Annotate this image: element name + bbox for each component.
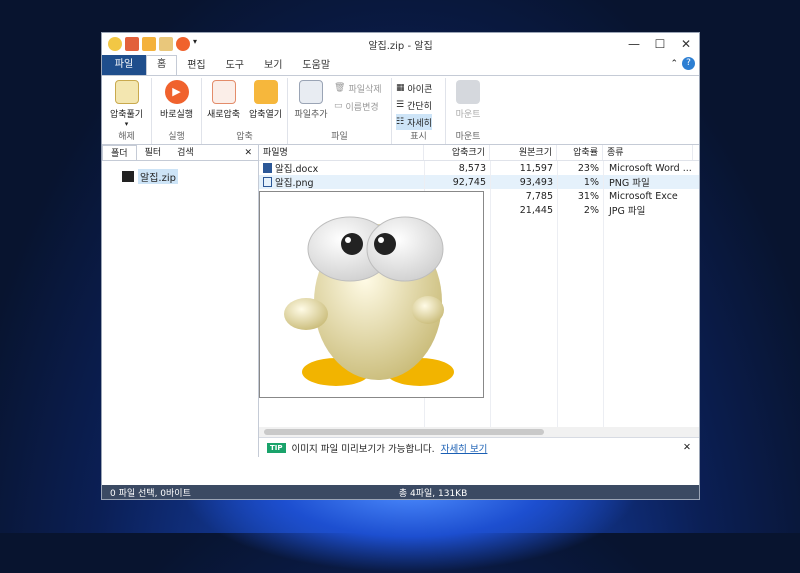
rename-icon: ▭ — [334, 101, 343, 111]
selection-status: 0 파일 선택, 0바이트 — [110, 488, 191, 499]
archive-icon — [122, 171, 134, 182]
view-simple-button[interactable]: ☰ 간단히 — [396, 97, 432, 113]
table-row[interactable]: 알집.png 92,745 93,493 1% PNG 파일 — [259, 175, 699, 189]
group-mount: 마운트 마운트 — [446, 78, 490, 144]
tab-file[interactable]: 파일 — [102, 55, 146, 75]
group-run: ▶ 바로실행 실행 — [152, 78, 202, 144]
view-details-button[interactable]: ☷ 자세히 — [396, 114, 433, 130]
grid-icon: ▦ — [396, 83, 405, 93]
left-pane: 폴더 필터 검색 ✕ 알집.zip — [102, 145, 259, 457]
col-name[interactable]: 파일명 — [259, 145, 424, 160]
tab-help[interactable]: 도움말 — [292, 57, 340, 75]
tip-badge: TIP — [267, 442, 286, 453]
mascot-image — [284, 216, 454, 386]
horizontal-scrollbar[interactable] — [259, 427, 699, 437]
col-packed[interactable]: 압축크기 — [424, 145, 490, 160]
collapse-ribbon-icon[interactable]: ⌃ — [670, 59, 678, 69]
rename-button[interactable]: ▭ 이름변경 — [334, 98, 382, 114]
details-link[interactable]: 자세히 보기 — [441, 441, 488, 455]
add-file-button[interactable]: 파일추가 — [292, 78, 330, 120]
ribbon-tabs: 파일 홈 편집 도구 보기 도움말 ⌃ ? — [102, 55, 699, 75]
file-list: 파일명 압축크기 원본크기 압축률 종류 알집.docx 8,573 11,59… — [259, 145, 699, 457]
alzip-window: ▾ 알집.zip - 알집 — ☐ ✕ 파일 홈 편집 도구 보기 도움말 ⌃ … — [101, 32, 700, 500]
group-file: 파일추가 🗑 파일삭제 ▭ 이름변경 파일 — [288, 78, 392, 144]
word-file-icon — [263, 163, 272, 173]
group-view: ▦ 아이콘 ☰ 간단히 ☷ 자세히 표시 — [392, 78, 446, 144]
tab-search[interactable]: 검색 — [169, 145, 202, 160]
image-file-icon — [263, 177, 272, 187]
col-size[interactable]: 원본크기 — [490, 145, 557, 160]
tab-view[interactable]: 보기 — [254, 57, 292, 75]
table-row[interactable]: 알집.docx 8,573 11,597 23% Microsoft Word … — [259, 161, 699, 175]
tab-tools[interactable]: 도구 — [216, 57, 254, 75]
image-preview — [259, 191, 484, 398]
delete-file-button[interactable]: 🗑 파일삭제 — [334, 80, 382, 96]
tab-edit[interactable]: 편집 — [177, 57, 215, 75]
details-icon: ☷ — [396, 117, 405, 127]
group-compress: 새로압축 압축열기 압축 — [202, 78, 288, 144]
col-ratio[interactable]: 압축률 — [557, 145, 603, 160]
run-button[interactable]: ▶ 바로실행 — [155, 78, 199, 120]
add-file-icon — [299, 80, 323, 104]
tab-home[interactable]: 홈 — [146, 55, 178, 75]
preview-tip-bar: TIP 이미지 파일 미리보기가 가능합니다. 자세히 보기 ✕ — [259, 437, 699, 457]
view-icons-button[interactable]: ▦ 아이콘 — [396, 80, 432, 96]
extract-button[interactable]: 압축풀기 ▾ — [105, 78, 149, 128]
zip-file-icon — [211, 80, 236, 104]
status-bar: 0 파일 선택, 0바이트 총 4파일, 131KB — [102, 485, 699, 499]
window-title: 알집.zip - 알집 — [368, 40, 433, 52]
title-bar: ▾ 알집.zip - 알집 — ☐ ✕ — [102, 33, 699, 55]
extract-icon — [114, 80, 139, 104]
tree-item-archive[interactable]: 알집.zip — [102, 161, 258, 184]
tab-filter[interactable]: 필터 — [137, 145, 170, 160]
help-icon[interactable]: ? — [682, 57, 695, 70]
mount-button[interactable]: 마운트 — [450, 78, 486, 120]
column-headers: 파일명 압축크기 원본크기 압축률 종류 — [259, 145, 699, 161]
close-pane-icon[interactable]: ✕ — [238, 145, 258, 160]
tab-folder[interactable]: 폴더 — [102, 145, 137, 160]
trash-icon: 🗑 — [334, 83, 346, 93]
tip-text: 이미지 파일 미리보기가 가능합니다. — [291, 443, 435, 455]
group-extract: 압축풀기 ▾ 해제 — [102, 78, 152, 144]
total-status: 총 4파일, 131KB — [398, 488, 468, 499]
ribbon: 압축풀기 ▾ 해제 ▶ 바로실행 실행 새로압축 압축열기 압축 파일추가 🗑 … — [102, 75, 699, 145]
open-folder-icon — [253, 80, 278, 104]
play-icon: ▶ — [164, 80, 189, 104]
open-archive-button[interactable]: 압축열기 — [247, 78, 285, 120]
list-icon: ☰ — [396, 100, 405, 110]
col-type[interactable]: 종류 — [603, 145, 693, 160]
new-archive-button[interactable]: 새로압축 — [205, 78, 243, 120]
disk-icon — [456, 80, 480, 104]
close-tip-icon[interactable]: ✕ — [683, 442, 691, 453]
